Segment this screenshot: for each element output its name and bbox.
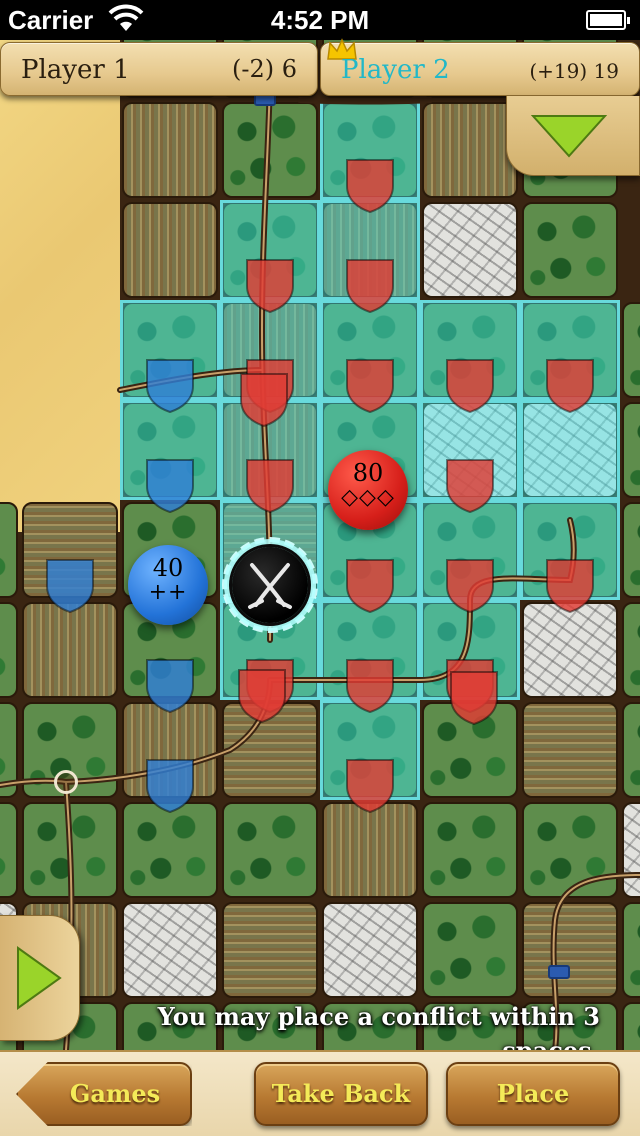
player-2-name: Player 2 bbox=[341, 55, 450, 85]
red-shield-icon bbox=[546, 559, 594, 614]
red-shield-icon bbox=[346, 559, 394, 614]
expand-panel-button[interactable] bbox=[506, 96, 640, 176]
crossed-swords-icon bbox=[248, 563, 292, 609]
triangle-down-icon bbox=[531, 115, 607, 158]
take-back-button[interactable]: Take Back bbox=[254, 1062, 428, 1126]
blue-piece bbox=[548, 965, 570, 979]
status-bar: Carrier 4:52 PM bbox=[0, 0, 640, 40]
red-shield-icon bbox=[346, 259, 394, 314]
red-shield-icon bbox=[246, 459, 294, 514]
red-shield-icon bbox=[346, 759, 394, 814]
road-junction bbox=[54, 770, 78, 794]
red-shield-icon bbox=[446, 459, 494, 514]
red-shield-icon bbox=[450, 671, 498, 726]
player-2-panel: Player 2 (+19) 19 bbox=[320, 38, 640, 96]
blue-conflict-token[interactable]: 40 ++ bbox=[128, 545, 208, 625]
place-button[interactable]: Place bbox=[446, 1062, 620, 1126]
blue-shield-icon bbox=[146, 459, 194, 514]
conflict-marker[interactable] bbox=[232, 547, 308, 623]
bottom-toolbar: Games Take Back Place bbox=[0, 1050, 640, 1136]
games-button[interactable]: Games bbox=[16, 1062, 192, 1126]
clock: 4:52 PM bbox=[270, 5, 370, 35]
token-value: 40 bbox=[152, 554, 184, 582]
player-2-score: (+19) 19 bbox=[529, 59, 619, 83]
red-shield-icon bbox=[346, 359, 394, 414]
player-1-panel: Player 1 (-2) 6 bbox=[0, 42, 318, 96]
red-shield-icon bbox=[238, 669, 286, 724]
game-board[interactable]: 80 ◇◇◇ 40 ++ You may place a conflict wi… bbox=[0, 40, 640, 1050]
triangle-right-icon bbox=[17, 946, 62, 1010]
token-symbols: ◇◇◇ bbox=[341, 485, 395, 510]
red-shield-icon bbox=[240, 373, 288, 428]
token-value: 80 bbox=[352, 459, 384, 487]
blue-shield-icon bbox=[146, 659, 194, 714]
player-1-score: (-2) 6 bbox=[231, 55, 297, 83]
red-shield-icon bbox=[346, 159, 394, 214]
red-conflict-token[interactable]: 80 ◇◇◇ bbox=[328, 450, 408, 530]
road-network bbox=[0, 77, 640, 1050]
battery-icon bbox=[586, 10, 630, 30]
blue-shield-icon bbox=[46, 559, 94, 614]
blue-shield-icon bbox=[146, 359, 194, 414]
red-shield-icon bbox=[346, 659, 394, 714]
instruction-message: You may place a conflict within 3 spaces… bbox=[157, 1002, 600, 1050]
red-shield-icon bbox=[246, 259, 294, 314]
token-symbols: ++ bbox=[148, 580, 188, 605]
red-shield-icon bbox=[446, 559, 494, 614]
red-shield-icon bbox=[446, 359, 494, 414]
red-shield-icon bbox=[546, 359, 594, 414]
side-panel-button[interactable] bbox=[0, 915, 80, 1041]
blue-shield-icon bbox=[146, 759, 194, 814]
player-1-name: Player 1 bbox=[21, 55, 130, 85]
